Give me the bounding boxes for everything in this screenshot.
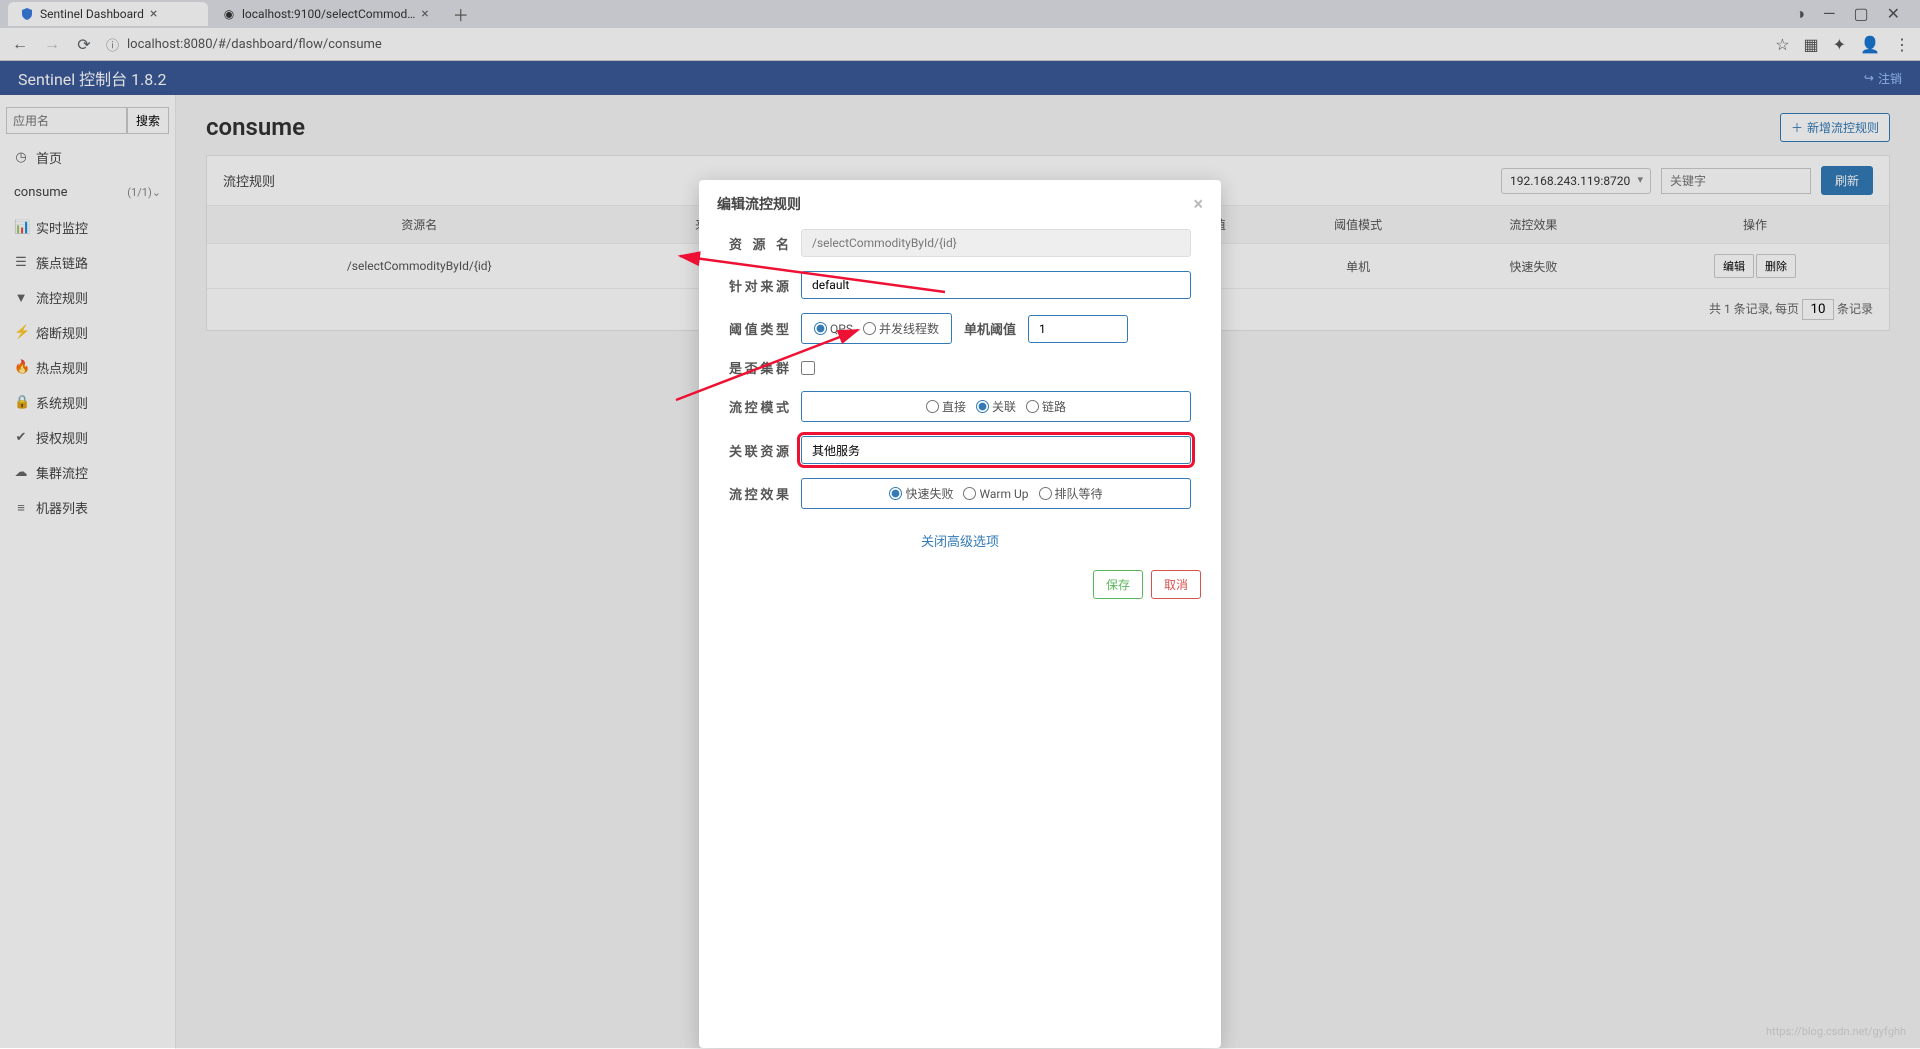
toggle-advanced-link[interactable]: 关闭高级选项 bbox=[729, 523, 1191, 558]
radio-relate[interactable] bbox=[976, 400, 989, 413]
close-icon[interactable]: × bbox=[1193, 194, 1203, 215]
label-rel-resource: 关联资源 bbox=[729, 441, 789, 460]
label-mode: 流控模式 bbox=[729, 397, 789, 416]
modal-overlay: 编辑流控规则 × 资源名 针对来源 阈值类型 QPS 并发线程数 单机阈值 bbox=[0, 0, 1920, 1048]
threshold-input[interactable] bbox=[1028, 315, 1128, 343]
radio-chain[interactable] bbox=[1026, 400, 1039, 413]
radio-threads[interactable] bbox=[863, 322, 876, 335]
threshold-type-group[interactable]: QPS 并发线程数 bbox=[801, 313, 952, 344]
cancel-button[interactable]: 取消 bbox=[1151, 570, 1201, 599]
label-single-threshold: 单机阈值 bbox=[964, 319, 1016, 338]
rel-resource-input[interactable] bbox=[801, 436, 1191, 464]
radio-qps[interactable] bbox=[814, 322, 827, 335]
radio-direct[interactable] bbox=[926, 400, 939, 413]
effect-group[interactable]: 快速失败 Warm Up 排队等待 bbox=[801, 478, 1191, 509]
watermark: https://blog.csdn.net/gyfghh bbox=[1766, 1025, 1906, 1038]
edit-rule-modal: 编辑流控规则 × 资源名 针对来源 阈值类型 QPS 并发线程数 单机阈值 bbox=[699, 180, 1221, 1048]
label-effect: 流控效果 bbox=[729, 484, 789, 503]
save-button[interactable]: 保存 bbox=[1093, 570, 1143, 599]
resource-input bbox=[801, 229, 1191, 257]
radio-queue[interactable] bbox=[1039, 487, 1052, 500]
source-input[interactable] bbox=[801, 271, 1191, 299]
mode-group[interactable]: 直接 关联 链路 bbox=[801, 391, 1191, 422]
radio-fail-fast[interactable] bbox=[889, 487, 902, 500]
radio-warmup[interactable] bbox=[963, 487, 976, 500]
label-threshold-type: 阈值类型 bbox=[729, 319, 789, 338]
label-resource: 资源名 bbox=[729, 234, 789, 253]
modal-title: 编辑流控规则 bbox=[717, 194, 801, 215]
cluster-checkbox[interactable] bbox=[801, 361, 815, 375]
label-source: 针对来源 bbox=[729, 276, 789, 295]
label-cluster: 是否集群 bbox=[729, 358, 789, 377]
